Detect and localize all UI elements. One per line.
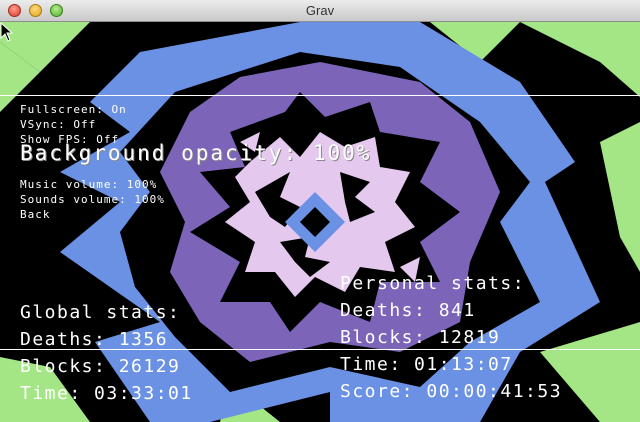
- personal-score: Score: 00:00:41:53: [340, 381, 563, 402]
- menu-item-sounds-volume[interactable]: Sounds volume: 100%: [20, 192, 165, 207]
- personal-blocks: Blocks: 12819: [340, 327, 501, 348]
- global-blocks: Blocks: 26129: [20, 356, 181, 377]
- personal-stats-heading: Personal stats:: [340, 273, 526, 294]
- menu-item-music-volume[interactable]: Music volume: 100%: [20, 177, 157, 192]
- personal-deaths: Deaths: 841: [340, 300, 476, 321]
- menu-item-fullscreen[interactable]: Fullscreen: On: [20, 102, 127, 117]
- window-titlebar: Grav: [0, 0, 640, 22]
- menu-item-back[interactable]: Back: [20, 207, 51, 222]
- menu-item-vsync[interactable]: VSync: Off: [20, 117, 96, 132]
- divider-line-top: [0, 95, 640, 96]
- global-deaths: Deaths: 1356: [20, 329, 169, 350]
- green-shard: [540, 322, 640, 422]
- game-canvas: Fullscreen: On VSync: Off Show FPS: Off …: [0, 22, 640, 422]
- global-stats-heading: Global stats:: [20, 302, 181, 323]
- window-title: Grav: [305, 3, 335, 18]
- green-shard: [520, 22, 640, 97]
- global-time: Time: 03:33:01: [20, 383, 193, 404]
- mouse-cursor-icon: [0, 22, 14, 42]
- menu-item-background-opacity[interactable]: Background opacity: 100%: [20, 143, 371, 164]
- green-shard: [600, 122, 640, 272]
- personal-time: Time: 01:13:07: [340, 354, 513, 375]
